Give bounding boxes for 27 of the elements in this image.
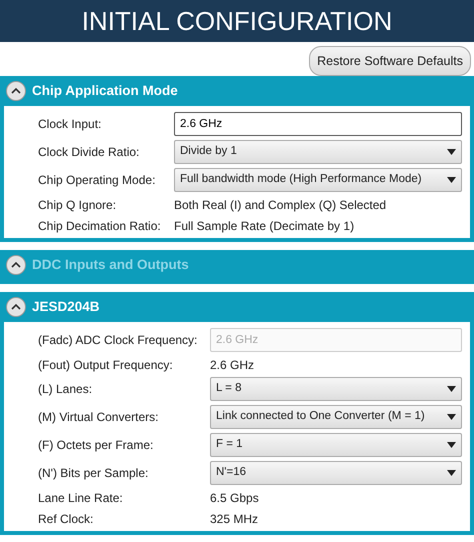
window-title: INITIAL CONFIGURATION: [0, 0, 474, 42]
dropdown[interactable]: Divide by 1: [174, 140, 462, 164]
field-label: Chip Q Ignore:: [38, 196, 118, 214]
dropdown[interactable]: Link connected to One Converter (M = 1): [210, 405, 462, 429]
restore-defaults-button[interactable]: Restore Software Defaults: [309, 46, 471, 76]
field-value: 325 MHz: [210, 510, 260, 528]
field-value: Both Real (I) and Complex (Q) Selected: [174, 196, 388, 214]
field-label: (Fout) Output Frequency:: [38, 356, 174, 374]
dropdown[interactable]: N'=16: [210, 461, 462, 485]
field-label: (M) Virtual Converters:: [38, 409, 160, 426]
field-label: (L) Lanes:: [38, 381, 94, 398]
field-label: Clock Divide Ratio:: [38, 144, 140, 161]
field-value: 6.5 Gbps: [210, 490, 260, 506]
field-label: Clock Input:: [38, 116, 102, 133]
field-label: Lane Line Rate:: [38, 490, 124, 506]
dropdown[interactable]: F = 1: [210, 433, 462, 457]
field-label: Ref Clock:: [38, 510, 94, 528]
field-label: Chip Decimation Ratio:: [38, 218, 162, 234]
field-label: (Fadc) ADC Clock Frequency:: [38, 332, 198, 349]
field-value: 2.6 GHz: [210, 356, 256, 374]
field-label: (N') Bits per Sample:: [38, 465, 150, 482]
field-label: Chip Operating Mode:: [38, 172, 156, 189]
dropdown[interactable]: Full bandwidth mode (High Performance Mode): [174, 168, 462, 192]
text-field[interactable]: 2.6 GHz: [174, 112, 462, 136]
dropdown[interactable]: L = 8: [210, 377, 462, 401]
field-label: (F) Octets per Frame:: [38, 437, 154, 454]
field-value: Full Sample Rate (Decimate by 1): [174, 218, 356, 234]
